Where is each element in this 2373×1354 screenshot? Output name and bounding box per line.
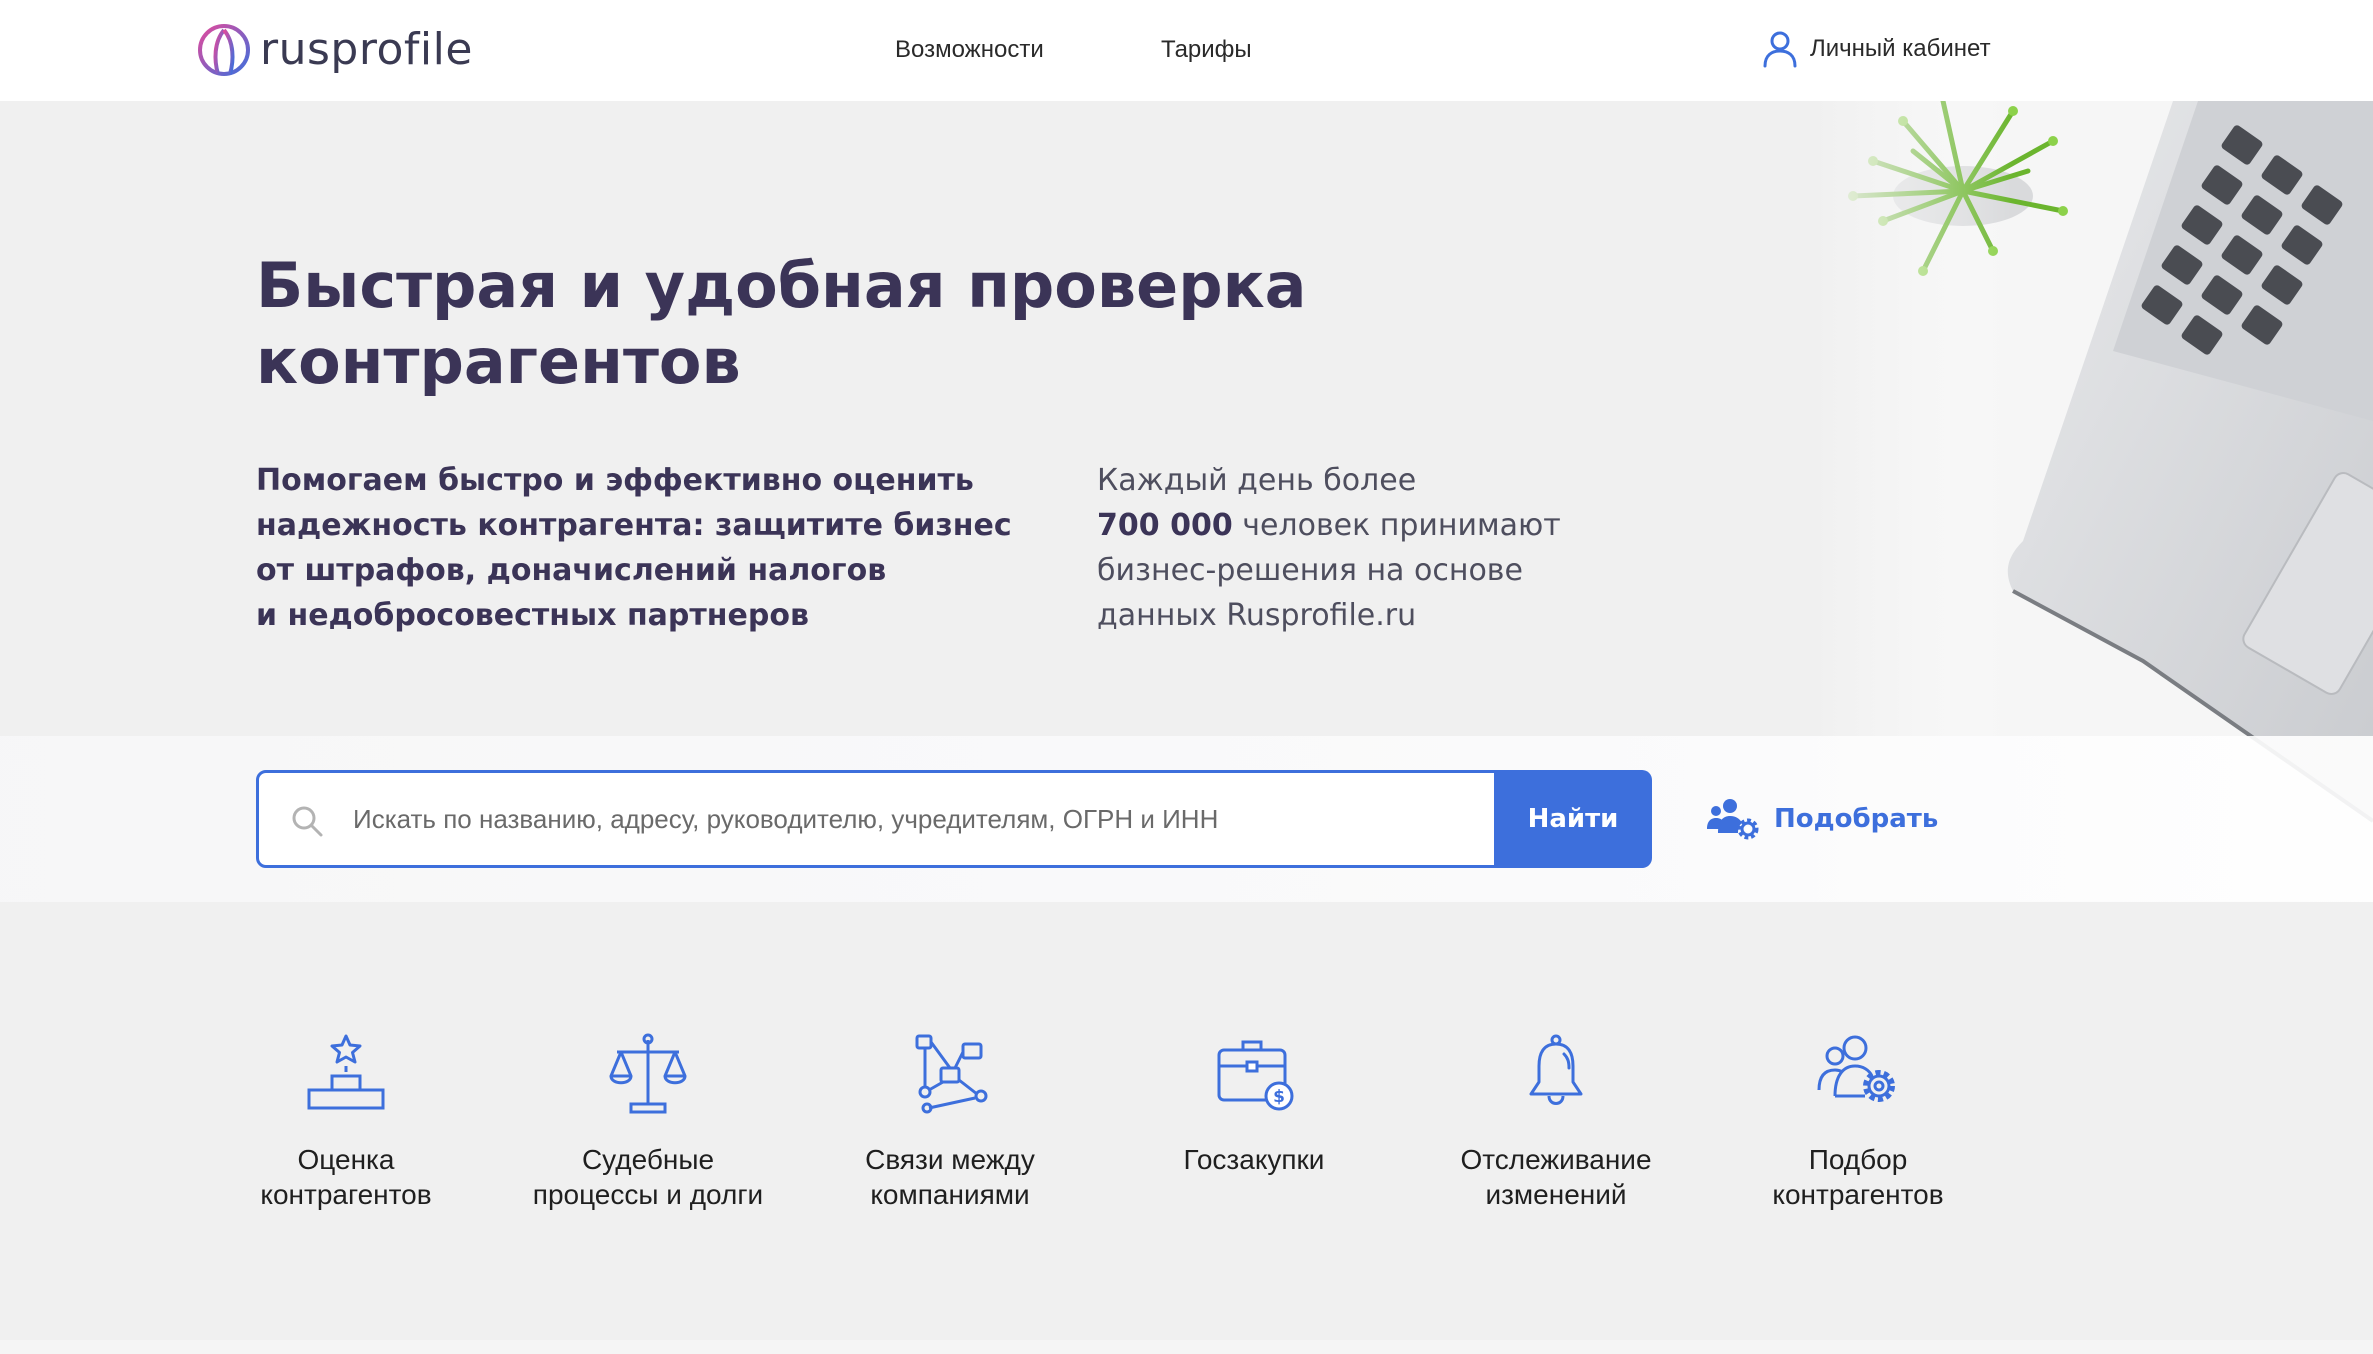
- personal-account-label: Личный кабинет: [1810, 35, 1991, 62]
- feature-label: Госзакупки: [1183, 1144, 1325, 1175]
- stat-line-1: Каждый день более: [1097, 463, 1417, 498]
- bell-icon: [1529, 1034, 1583, 1105]
- feature-label: контрагентов: [1772, 1179, 1944, 1210]
- hero-lead-text: Помогаем быстро и эффективно оценить над…: [256, 458, 1016, 638]
- network-icon: [915, 1034, 988, 1114]
- section-divider: [0, 1340, 2373, 1354]
- site-header: rusprofile Возможности Тарифы Личный каб…: [0, 0, 2373, 101]
- lead-line: надежность контрагента: защитите бизнес: [256, 508, 1012, 543]
- feature-change-tracking[interactable]: Отслеживание изменений: [1406, 1030, 1706, 1212]
- logo-text: rusprofile: [260, 24, 473, 75]
- logo[interactable]: rusprofile: [196, 18, 473, 82]
- user-icon: [1763, 31, 1797, 68]
- search-icon: [292, 806, 323, 837]
- search-input[interactable]: [353, 773, 1647, 865]
- hero-stat-text: Каждый день более 700 000 человек приним…: [1097, 458, 1617, 638]
- feature-court-cases[interactable]: Судебные процессы и долги: [498, 1030, 798, 1212]
- feature-label: Оценка: [297, 1144, 395, 1175]
- page-title: Быстрая и удобная проверка контрагентов: [256, 248, 1356, 400]
- personal-account-link[interactable]: Личный кабинет: [1762, 28, 1991, 70]
- feature-counterparty-rating[interactable]: Оценка контрагентов: [196, 1030, 496, 1212]
- pick-label: Подобрать: [1774, 804, 1939, 834]
- feature-label: Подбор: [1808, 1144, 1908, 1175]
- search-box: [256, 770, 1650, 868]
- nav-pricing[interactable]: Тарифы: [1161, 34, 1252, 66]
- feature-label: Связи между: [865, 1144, 1035, 1175]
- features-row: Оценка контрагентов Судебные процессы и …: [0, 1030, 2373, 1230]
- search-button[interactable]: Найти: [1494, 770, 1652, 868]
- feature-label: компаниями: [870, 1179, 1030, 1210]
- feature-label: процессы и долги: [532, 1179, 764, 1210]
- feature-counterparty-selection[interactable]: Подбор контрагентов: [1708, 1030, 2008, 1212]
- stat-line-2: человек принимают: [1232, 508, 1561, 543]
- lead-line: от штрафов, доначислений налогов: [256, 553, 887, 588]
- feature-label: изменений: [1485, 1179, 1627, 1210]
- page-title-line-1: Быстрая и удобная проверка: [256, 249, 1307, 322]
- feature-label: контрагентов: [260, 1179, 432, 1210]
- feature-label: Судебные: [581, 1144, 715, 1175]
- pick-counterparties-button[interactable]: Подобрать: [1706, 796, 1938, 842]
- page-title-line-2: контрагентов: [256, 325, 741, 398]
- scales-icon: [609, 1033, 687, 1114]
- svg-text:$: $: [1273, 1087, 1285, 1107]
- people-gear-icon: [1707, 799, 1759, 840]
- feature-company-links[interactable]: Связи между компаниями: [800, 1030, 1100, 1212]
- lead-line: Помогаем быстро и эффективно оценить: [256, 463, 974, 498]
- feature-public-procurement[interactable]: $ Госзакупки: [1104, 1030, 1404, 1177]
- lead-line: и недобросовестных партнеров: [256, 598, 809, 633]
- feature-label: Отслеживание: [1460, 1144, 1652, 1175]
- stat-line-4: данных Rusprofile.ru: [1097, 598, 1417, 633]
- podium-star-icon: [307, 1034, 385, 1110]
- stat-line-3: бизнес-решения на основе: [1097, 553, 1523, 588]
- logo-icon: [198, 24, 250, 76]
- stat-number: 700 000: [1097, 508, 1233, 543]
- nav-features[interactable]: Возможности: [895, 34, 1044, 66]
- people-gear-icon: [1817, 1035, 1895, 1102]
- briefcase-dollar-icon: $: [1217, 1040, 1294, 1111]
